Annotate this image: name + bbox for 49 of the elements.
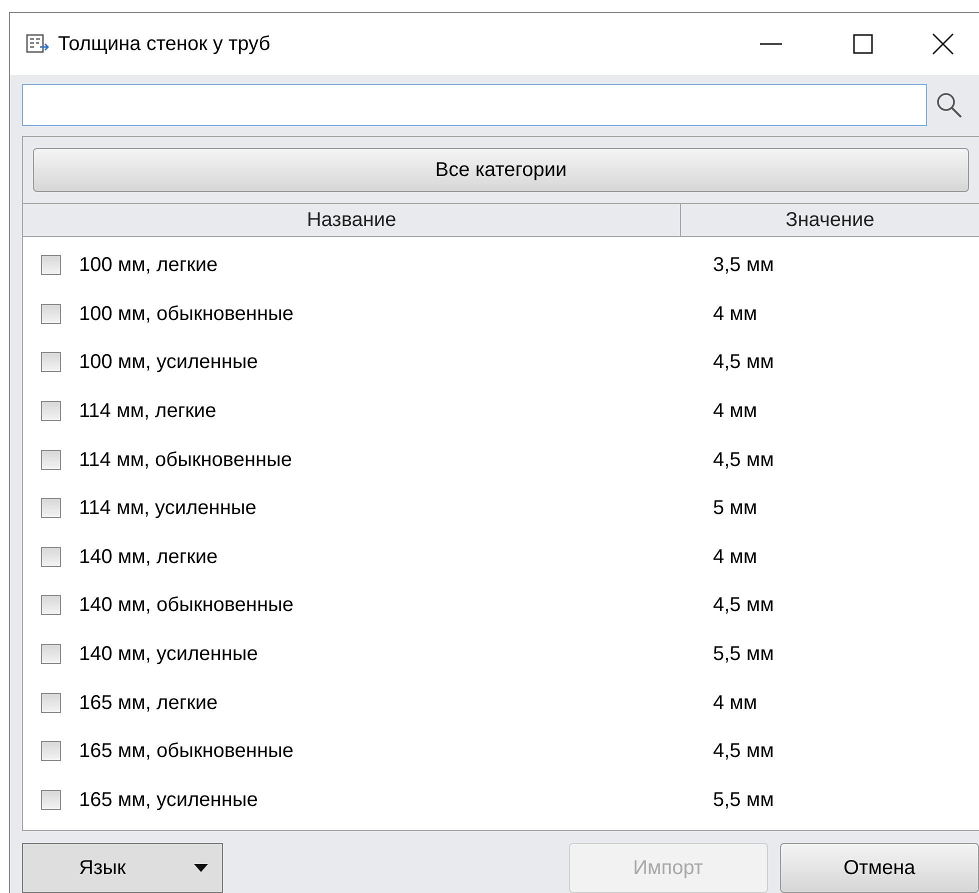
row-value: 5,5 мм xyxy=(713,788,774,813)
column-header[interactable]: Название xyxy=(23,204,681,236)
row-checkbox[interactable] xyxy=(41,790,61,810)
row-name: 100 мм, легкие xyxy=(79,253,218,278)
row-checkbox[interactable] xyxy=(41,644,61,664)
column-header[interactable]: Значение xyxy=(681,204,979,236)
close-icon xyxy=(932,33,954,55)
list-icon xyxy=(26,34,50,54)
row-checkbox[interactable] xyxy=(41,401,61,422)
row-name: 114 мм, усиленные xyxy=(79,496,256,522)
row-value: 5,5 мм xyxy=(713,642,774,668)
row-name: 114 мм, легкие xyxy=(79,399,216,424)
window-title: Толщина стенок у труб xyxy=(58,32,270,57)
row-checkbox[interactable] xyxy=(41,546,61,567)
row-value: 4 мм xyxy=(713,544,758,570)
row-name: 140 мм, легкие xyxy=(79,544,218,570)
row-checkbox[interactable] xyxy=(41,692,61,713)
maximize-icon xyxy=(853,34,873,54)
row-checkbox[interactable] xyxy=(41,741,61,762)
row-name: 140 мм, усиленные xyxy=(79,642,258,668)
row-name: 140 мм, обыкновенные xyxy=(79,593,294,618)
row-value: 3,5 мм xyxy=(713,253,774,278)
row-value: 4 мм xyxy=(713,399,758,424)
row-value: 4,5 мм xyxy=(713,593,774,618)
row-name: 165 мм, усиленные xyxy=(79,788,258,813)
search-field[interactable] xyxy=(22,84,927,126)
row-checkbox[interactable] xyxy=(41,595,61,616)
row-checkbox[interactable] xyxy=(41,498,61,518)
row-name: 165 мм, легкие xyxy=(79,690,218,716)
minimize-icon xyxy=(760,43,782,45)
all-categories-button[interactable]: Все категории xyxy=(33,148,969,192)
row-name: 100 мм, усиленные xyxy=(79,350,258,376)
search-icon[interactable] xyxy=(935,91,963,119)
row-checkbox[interactable] xyxy=(41,352,61,372)
row-value: 4,5 мм xyxy=(713,448,774,473)
row-name: 100 мм, обыкновенные xyxy=(79,302,294,327)
row-checkbox[interactable] xyxy=(41,304,61,324)
row-value: 4,5 мм xyxy=(713,350,774,376)
row-value: 4 мм xyxy=(713,302,758,327)
row-checkbox[interactable] xyxy=(41,450,61,470)
language-dropdown[interactable]: Язык xyxy=(22,843,223,893)
row-value: 4,5 мм xyxy=(713,739,774,764)
cancel-button[interactable]: Отмена xyxy=(780,843,979,893)
caret-icon xyxy=(194,864,208,872)
row-value: 4 мм xyxy=(713,690,758,716)
row-name: 114 мм, обыкновенные xyxy=(79,448,292,473)
row-value: 5 мм xyxy=(713,496,758,522)
row-name: 165 мм, обыкновенные xyxy=(79,739,294,764)
row-checkbox[interactable] xyxy=(41,255,61,276)
